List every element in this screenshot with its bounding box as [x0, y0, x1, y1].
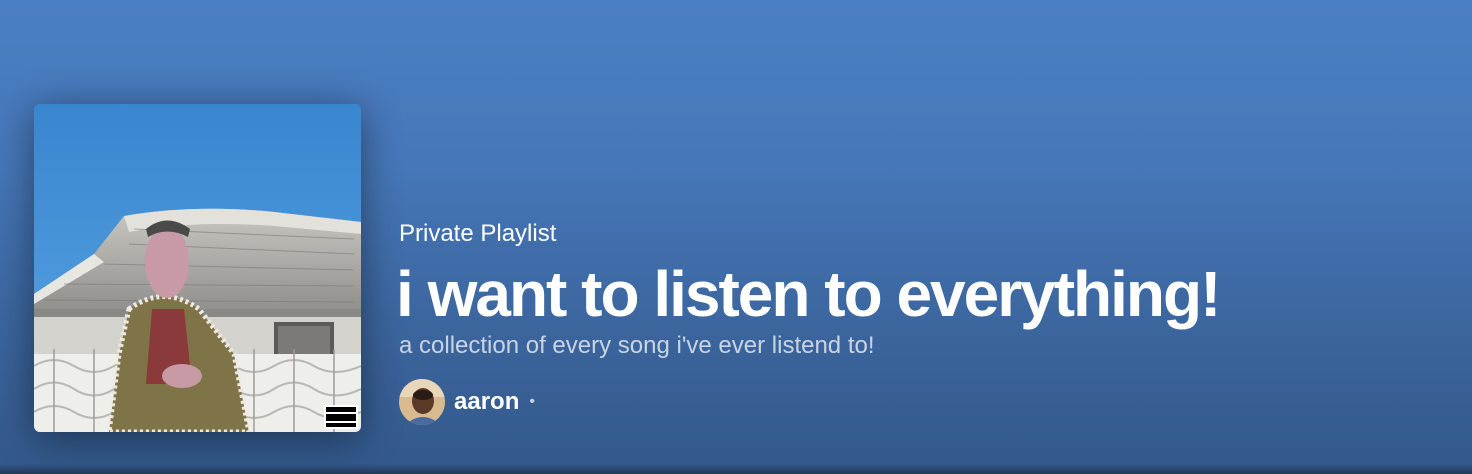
owner-avatar[interactable]: [399, 379, 445, 425]
owner-row: aaron •: [399, 378, 1219, 426]
playlist-header: Private Playlist i want to listen to eve…: [0, 0, 1472, 474]
owner-name-link[interactable]: aaron: [454, 388, 519, 416]
playlist-cover-image[interactable]: [34, 104, 361, 432]
playlist-type-label: Private Playlist: [399, 220, 557, 247]
meta-separator-dot: •: [529, 393, 535, 410]
playlist-description: a collection of every song i've ever lis…: [399, 332, 875, 359]
header-bottom-shade: [0, 464, 1472, 474]
playlist-meta: Private Playlist i want to listen to eve…: [396, 218, 1221, 426]
playlist-title[interactable]: i want to listen to everything!: [396, 260, 1221, 328]
